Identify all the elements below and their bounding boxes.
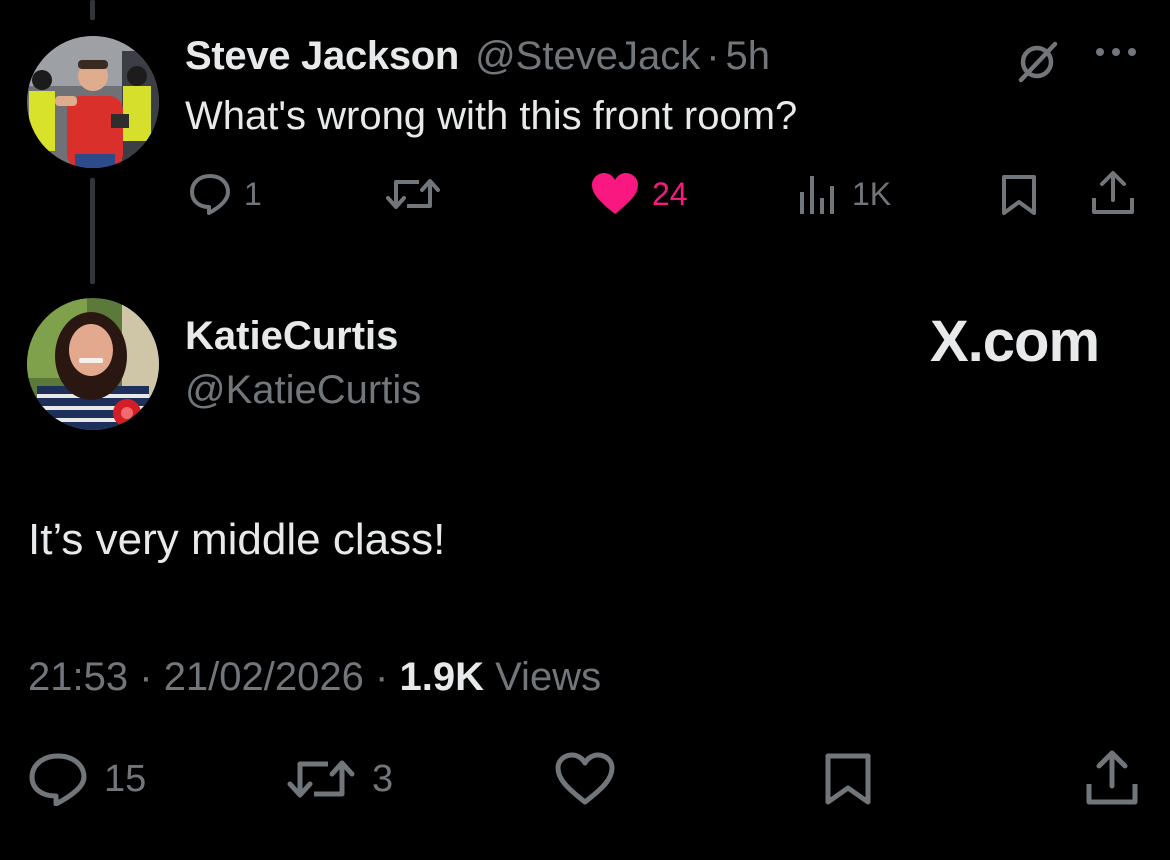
bookmark-button[interactable] xyxy=(1000,174,1038,216)
tweet-text: What's wrong with this front room? xyxy=(185,94,798,138)
share-button[interactable] xyxy=(1090,170,1136,216)
meta-separator: · xyxy=(139,655,153,699)
reply-text: It’s very middle class! xyxy=(28,515,446,564)
retweet-button[interactable] xyxy=(385,172,441,216)
reply-meta: 21:53 · 21/02/2026 · 1.9K Views xyxy=(28,655,601,700)
reply-share-button[interactable] xyxy=(1084,750,1140,806)
bookmark-icon xyxy=(1002,175,1036,215)
share-icon xyxy=(1086,750,1138,805)
grok-icon[interactable] xyxy=(1013,38,1063,89)
reply-time[interactable]: 21:53 xyxy=(28,655,128,699)
reply-views-label: Views xyxy=(495,655,602,699)
more-icon[interactable] xyxy=(1093,44,1139,65)
reply-retweet-count: 3 xyxy=(372,757,394,800)
reply-icon xyxy=(29,753,87,806)
reply-like-button[interactable] xyxy=(554,752,616,806)
reply-retweet-button[interactable]: 3 xyxy=(286,752,393,806)
reply-button[interactable]: 1 xyxy=(188,172,262,216)
reply-author-handle[interactable]: @KatieCurtis xyxy=(185,368,421,413)
tweet-time[interactable]: 5h xyxy=(726,34,771,79)
author-handle[interactable]: @SteveJack xyxy=(475,34,700,79)
avatar-katie-curtis[interactable] xyxy=(27,298,159,430)
thread-line-top xyxy=(90,0,95,20)
heart-icon xyxy=(592,173,638,214)
avatar-steve-jackson[interactable] xyxy=(27,36,159,168)
like-count: 24 xyxy=(652,175,688,212)
views-button[interactable]: 1K xyxy=(798,172,891,216)
like-button[interactable]: 24 xyxy=(590,172,688,216)
reply-count: 1 xyxy=(244,175,262,212)
reply-bookmark-button[interactable] xyxy=(822,752,874,806)
heart-icon xyxy=(555,752,615,805)
reply-icon xyxy=(190,174,230,215)
retweet-icon xyxy=(287,760,355,798)
reply-date[interactable]: 21/02/2026 xyxy=(164,655,364,699)
view-count: 1K xyxy=(852,175,892,212)
reply-reply-button[interactable]: 15 xyxy=(28,752,146,806)
thread-line xyxy=(90,178,95,284)
xcom-watermark: X.com xyxy=(930,309,1100,374)
tweet-header: Steve Jackson @SteveJack · 5h xyxy=(185,34,770,79)
meta-separator: · xyxy=(375,655,389,699)
reply-author-name[interactable]: KatieCurtis xyxy=(185,314,398,359)
share-icon xyxy=(1092,171,1134,214)
bookmark-icon xyxy=(825,753,871,805)
retweet-icon xyxy=(386,179,440,209)
reply-reply-count: 15 xyxy=(104,757,147,800)
author-name[interactable]: Steve Jackson xyxy=(185,34,459,79)
views-icon xyxy=(800,176,834,214)
separator-dot: · xyxy=(706,34,720,78)
reply-views-count: 1.9K xyxy=(399,655,484,699)
